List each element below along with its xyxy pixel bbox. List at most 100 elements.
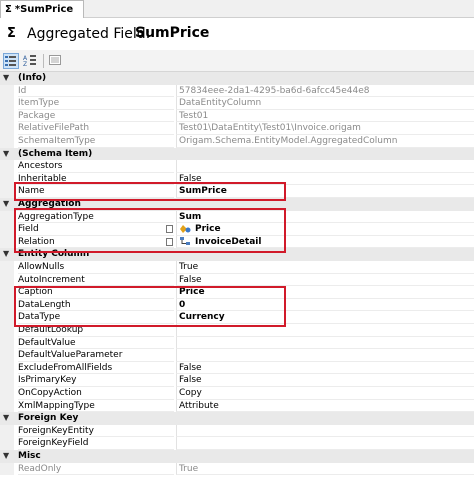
property-value-text: False [179,274,202,285]
row-gutter [0,361,14,375]
property-label: ReadOnly [18,463,174,476]
property-value-text: Origam.Schema.EntityModel.AggregatedColu… [179,136,398,146]
property-value-text: Sum [179,211,202,222]
property-value[interactable] [176,424,474,438]
property-value: 57834eee-2da1-4295-ba6d-6afcc45e44e8 [176,84,474,98]
property-row-package[interactable]: Package Test01 [0,109,474,123]
collapse-toggle-icon[interactable]: ▼ [3,148,9,161]
property-label: Package [18,110,174,123]
property-row-schemaitemtype[interactable]: SchemaItemType Origam.Schema.EntityModel.… [0,135,474,148]
tab-sumprice[interactable]: Σ *SumPrice [0,0,84,18]
collapse-toggle-icon[interactable]: ▼ [3,198,9,211]
property-value[interactable] [176,349,474,362]
property-row-inheritable[interactable]: Inheritable False [0,172,474,186]
property-row-allownulls[interactable]: AllowNulls True [0,261,474,274]
property-value[interactable]: Attribute [176,399,474,413]
property-row-itemtype[interactable]: ItemType DataEntityColumn [0,97,474,110]
property-label: AllowNulls [18,261,174,274]
property-row-relation[interactable]: Relation InvoiceDetail [0,235,474,249]
property-grid-toolbar: AZ [0,50,474,72]
property-value[interactable]: Copy [176,387,474,400]
property-row-defaultlookup[interactable]: DefaultLookup [0,324,474,337]
row-gutter [0,286,14,299]
category-foreign-key[interactable]: ▼ Foreign Key [0,412,474,425]
property-row-defaultvalueparameter[interactable]: DefaultValueParameter [0,349,474,362]
property-value[interactable]: InvoiceDetail [176,235,474,249]
property-value[interactable] [176,437,474,450]
collapse-toggle-icon[interactable]: ▼ [3,450,9,463]
category-aggregation[interactable]: ▼ Aggregation [0,198,474,211]
property-row-caption[interactable]: Caption Price [0,286,474,299]
property-row-field[interactable]: Field Price [0,223,474,236]
property-label: ForeignKeyEntity [18,425,174,438]
row-gutter [0,210,14,224]
property-label: Ancestors [18,160,174,173]
property-value[interactable] [176,324,474,337]
property-row-autoincrement[interactable]: AutoIncrement False [0,273,474,287]
property-row-isprimarykey[interactable]: IsPrimaryKey False [0,374,474,387]
field-icon [179,224,191,234]
property-value[interactable]: Price [176,223,474,236]
property-row-excludefromallfields[interactable]: ExcludeFromAllFields False [0,361,474,375]
sigma-icon: Σ [5,4,12,15]
property-label: AggregationType [18,211,174,224]
property-value-text: SumPrice [179,186,227,197]
collapse-toggle-icon[interactable]: ▼ [3,72,9,85]
row-gutter [0,462,14,476]
property-value[interactable]: Sum [176,210,474,224]
property-value[interactable]: 0 [176,298,474,312]
row-gutter [0,311,14,324]
property-value[interactable] [176,336,474,350]
collapse-toggle-icon[interactable]: ▼ [3,248,9,261]
category-info[interactable]: ▼ (Info) [0,72,474,85]
property-row-id[interactable]: Id 57834eee-2da1-4295-ba6d-6afcc45e44e8 [0,84,474,98]
property-row-xmlmappingtype[interactable]: XmlMappingType Attribute [0,399,474,413]
row-gutter [0,298,14,312]
property-value: Test01 [176,109,474,123]
categorized-view-icon[interactable] [3,53,19,69]
property-value[interactable]: False [176,374,474,387]
property-row-defaultvalue[interactable]: DefaultValue [0,336,474,350]
property-value[interactable]: False [176,172,474,186]
category-misc[interactable]: ▼ Misc [0,450,474,463]
sigma-icon: Σ [7,26,16,41]
property-value[interactable] [176,160,474,173]
property-value[interactable]: False [176,273,474,287]
property-row-foreignkeyentity[interactable]: ForeignKeyEntity [0,424,474,438]
property-row-aggregationtype[interactable]: AggregationType Sum [0,210,474,224]
property-value-text: 57834eee-2da1-4295-ba6d-6afcc45e44e8 [179,85,370,96]
row-gutter [0,273,14,287]
property-row-readonly[interactable]: ReadOnly True [0,462,474,476]
property-label: ForeignKeyField [18,437,174,450]
alphabetical-view-icon[interactable]: AZ [23,53,39,69]
row-gutter [0,160,14,173]
edit-ellipsis-icon[interactable] [166,225,173,234]
category-entity-column[interactable]: ▼ Entity Column [0,248,474,261]
property-label: AutoIncrement [18,274,174,287]
property-row-ancestors[interactable]: Ancestors [0,160,474,173]
row-gutter [0,424,14,438]
property-pages-icon[interactable] [48,53,64,69]
property-label: Relation [18,236,174,249]
category-label: Aggregation [18,199,81,209]
property-row-datalength[interactable]: DataLength 0 [0,298,474,312]
property-row-name[interactable]: Name SumPrice [0,185,474,198]
property-value[interactable]: SumPrice [176,185,474,198]
property-value[interactable]: Price [176,286,474,299]
row-gutter [0,399,14,413]
property-row-relativefilepath[interactable]: RelativeFilePath Test01\DataEntity\Test01… [0,122,474,135]
svg-text:Z: Z [23,61,27,67]
property-row-datatype[interactable]: DataType Currency [0,311,474,324]
property-row-oncopyaction[interactable]: OnCopyAction Copy [0,387,474,400]
property-value-text: DataEntityColumn [179,98,262,109]
property-row-foreignkeyfield[interactable]: ForeignKeyField [0,437,474,450]
property-value[interactable]: True [176,261,474,274]
category-schema-item[interactable]: ▼ (Schema Item) [0,147,474,161]
property-value[interactable]: Currency [176,311,474,324]
property-value[interactable]: False [176,361,474,375]
row-gutter [0,172,14,186]
edit-ellipsis-icon[interactable] [166,237,173,246]
row-gutter [0,109,14,123]
collapse-toggle-icon[interactable]: ▼ [3,412,9,425]
category-label: Misc [18,451,41,461]
